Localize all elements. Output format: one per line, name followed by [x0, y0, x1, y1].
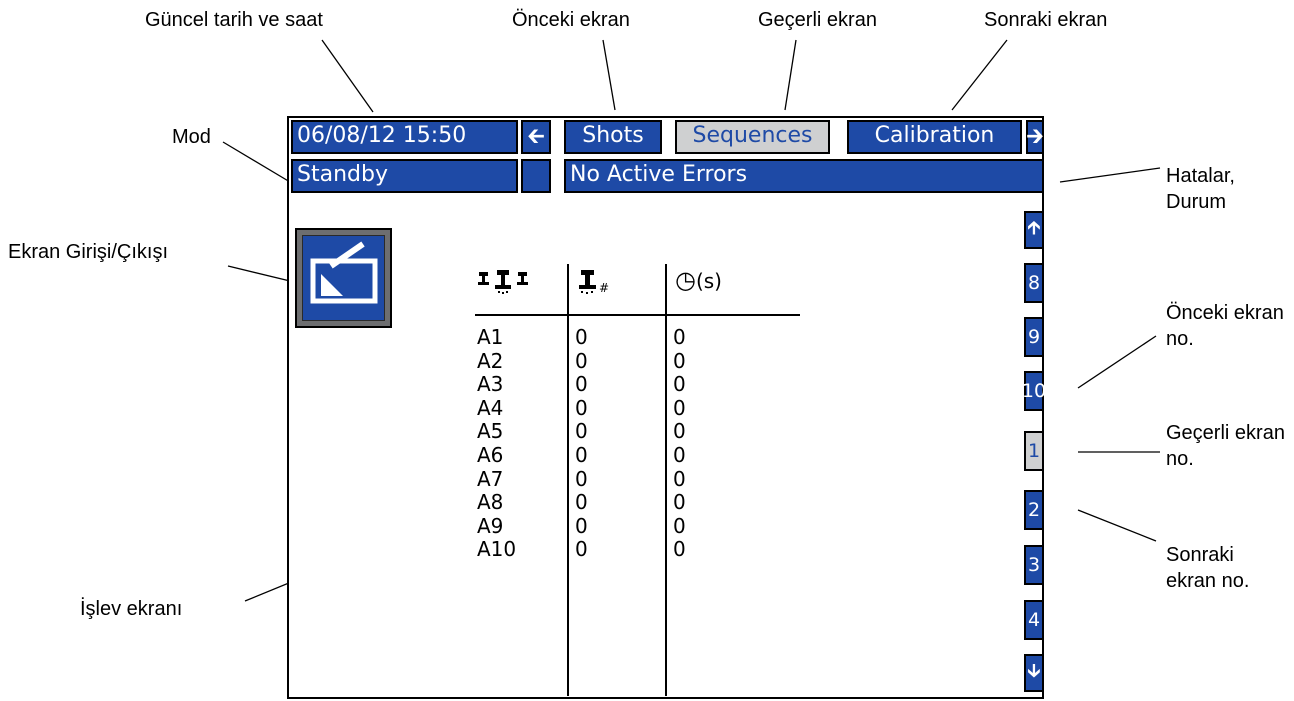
arrow-left-icon: 🡰: [527, 124, 545, 149]
shot-number-icon: #: [579, 270, 609, 295]
table-row: A4 0 0: [477, 395, 686, 421]
table-row: A7 0 0: [477, 466, 686, 492]
arrow-down-icon: 🡳: [1027, 660, 1041, 682]
table-row: A1 0 0: [477, 325, 686, 350]
cell-time: 0: [673, 466, 686, 491]
callout-previous-screen-no: Önceki ekran no.: [1166, 302, 1284, 350]
cell-id: A5: [477, 419, 504, 444]
screen-enter-exit-button[interactable]: [295, 228, 392, 328]
table-header-divider: [475, 314, 800, 316]
callout-next-screen: Sonraki ekran: [984, 9, 1108, 31]
cell-shot: 0: [575, 466, 588, 491]
callout-current-screen-no: Geçerli ekran no.: [1166, 422, 1285, 470]
sequence-table: A1 0 0 A2 0 0 A3 0 0 A4 0 0 A5 0 0 A6 0 0 A7 0 0 A8 0 0 …: [477, 325, 686, 562]
cell-time: 0: [673, 325, 686, 349]
cell-shot: 0: [575, 348, 588, 373]
timer-icon: ◷: [675, 266, 696, 294]
cell-shot: 0: [575, 490, 588, 515]
page-button-3[interactable]: 3: [1024, 545, 1044, 585]
datetime-display: 06/08/12 15:50: [291, 120, 518, 154]
callout-date-time: Güncel tarih ve saat: [145, 9, 323, 31]
tab-calibration[interactable]: Calibration: [847, 120, 1022, 154]
cell-shot: 0: [575, 513, 588, 538]
callout-mode: Mod: [172, 126, 211, 148]
previous-screen-button[interactable]: 🡰: [521, 120, 551, 154]
callout-previous-screen: Önceki ekran: [512, 9, 630, 31]
sequence-guns-icon: [478, 270, 528, 294]
cell-id: A4: [477, 395, 504, 420]
svg-text:#: #: [599, 281, 609, 295]
cell-time: 0: [673, 419, 686, 444]
tab-shots[interactable]: Shots: [564, 120, 662, 154]
cell-shot: 0: [575, 419, 588, 444]
edit-icon: [310, 241, 378, 304]
cell-time: 0: [673, 513, 686, 538]
tab-sequences[interactable]: Sequences: [675, 120, 830, 154]
cell-shot: 0: [575, 537, 588, 562]
table-row: A9 0 0: [477, 513, 686, 539]
table-row: A2 0 0: [477, 348, 686, 374]
cell-time: 0: [673, 372, 686, 397]
page-button-1-current[interactable]: 1: [1024, 431, 1044, 471]
table-row: A6 0 0: [477, 442, 686, 468]
callout-errors-status: Hatalar, Durum: [1166, 165, 1235, 213]
mode-display: Standby: [291, 159, 518, 193]
page-button-2[interactable]: 2: [1024, 490, 1044, 530]
cell-id: A2: [477, 348, 504, 373]
callout-current-screen: Geçerli ekran: [758, 9, 877, 31]
timer-unit: (s): [695, 269, 722, 293]
cell-id: A1: [477, 325, 504, 349]
callout-screen-enter-exit: Ekran Girişi/Çıkışı: [8, 241, 169, 263]
table-row: A3 0 0: [477, 373, 686, 397]
page-button-4[interactable]: 4: [1024, 600, 1044, 640]
arrow-up-icon: 🡱: [1027, 217, 1041, 239]
arrow-right-icon: 🡲: [1026, 124, 1044, 149]
cell-shot: 0: [575, 442, 588, 467]
table-row: A5 0 0: [477, 420, 686, 444]
device-screen: 06/08/12 15:50 🡰 Shots Sequences Calibra…: [287, 116, 1046, 699]
status-display: No Active Errors: [564, 159, 1044, 193]
cell-id: A7: [477, 466, 504, 491]
status-indicator: [521, 159, 551, 193]
page-button-9[interactable]: 9: [1024, 317, 1044, 357]
table-row: A10 0 0: [477, 538, 686, 562]
table-row: A8 0 0: [477, 491, 686, 515]
cell-shot: 0: [575, 372, 588, 397]
cell-shot: 0: [575, 325, 588, 349]
page-button-10[interactable]: 10: [1022, 371, 1046, 411]
page-button-8[interactable]: 8: [1024, 263, 1044, 303]
next-screen-button[interactable]: 🡲: [1026, 120, 1044, 154]
scroll-down-button[interactable]: 🡳: [1024, 654, 1044, 692]
cell-id: A6: [477, 442, 504, 467]
cell-time: 0: [673, 442, 686, 467]
cell-time: 0: [673, 537, 686, 562]
callout-next-screen-no: Sonraki ekran no.: [1166, 544, 1250, 592]
cell-id: A8: [477, 490, 504, 515]
cell-id: A9: [477, 513, 504, 538]
cell-id: A3: [477, 372, 504, 397]
cell-time: 0: [673, 490, 686, 515]
cell-shot: 0: [575, 395, 588, 420]
scroll-up-button[interactable]: 🡱: [1024, 211, 1044, 249]
cell-id: A10: [477, 537, 517, 562]
cell-time: 0: [673, 395, 686, 420]
callout-function-screen: İşlev ekranı: [80, 598, 183, 620]
cell-time: 0: [673, 348, 686, 373]
